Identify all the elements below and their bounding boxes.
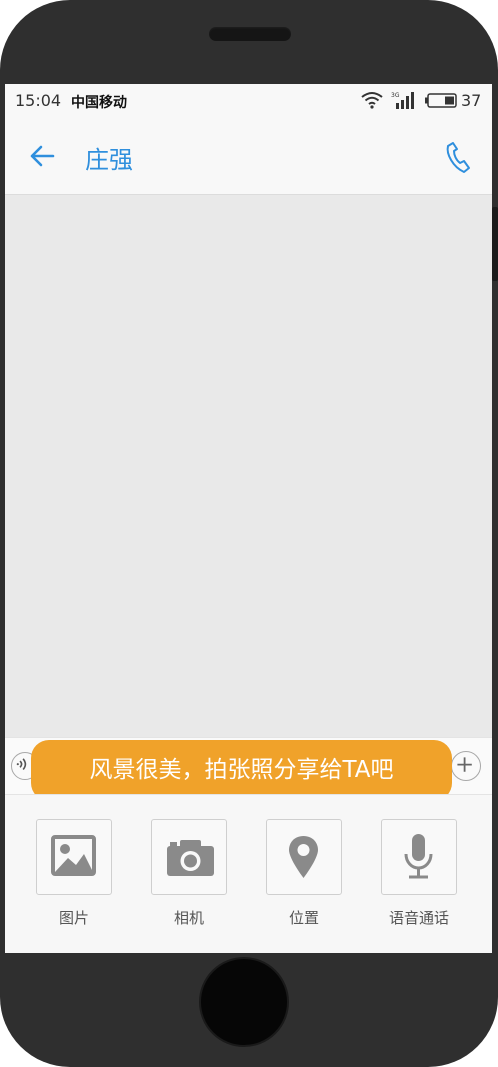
image-icon <box>51 835 96 876</box>
signal-type-label: 3G <box>391 92 400 99</box>
attachment-panel: 图片 相机 位置 语音通话 <box>5 794 492 953</box>
location-button[interactable] <box>266 819 342 895</box>
battery-percent: 37 <box>461 91 482 110</box>
arrow-left-icon[interactable] <box>29 144 55 168</box>
home-button[interactable] <box>199 957 289 1047</box>
status-time: 15:04 <box>15 91 62 110</box>
camera-button[interactable] <box>151 819 227 895</box>
screen: 15:04 中国移动 3G 37 庄强 风景很美，拍张照分享给TA吧 图片 相机… <box>5 84 492 953</box>
image-button[interactable] <box>36 819 112 895</box>
contact-name: 庄强 <box>85 146 133 174</box>
voice-call-button[interactable] <box>381 819 457 895</box>
status-carrier: 中国移动 <box>71 95 127 111</box>
side-button <box>492 207 498 281</box>
phone-frame: 15:04 中国移动 3G 37 庄强 风景很美，拍张照分享给TA吧 图片 相机… <box>0 0 498 1067</box>
signal-icon: 3G <box>391 92 414 109</box>
wifi-icon <box>361 92 383 109</box>
camera-icon <box>167 840 214 876</box>
chat-header: 庄强 <box>5 118 492 195</box>
message-area[interactable] <box>5 195 492 737</box>
location-label: 位置 <box>288 909 319 927</box>
plus-icon <box>457 757 472 772</box>
status-bar: 15:04 中国移动 3G 37 <box>5 84 492 118</box>
location-pin-icon <box>289 836 318 878</box>
voice-call-label: 语音通话 <box>388 909 449 927</box>
microphone-icon <box>404 834 433 879</box>
battery-icon <box>425 93 457 108</box>
image-label: 图片 <box>58 909 89 927</box>
share-photo-toast: 风景很美，拍张照分享给TA吧 <box>31 740 452 801</box>
camera-label: 相机 <box>173 909 204 927</box>
phone-icon[interactable] <box>445 140 473 174</box>
plus-button[interactable] <box>451 751 481 781</box>
speaker-grille <box>209 27 291 41</box>
